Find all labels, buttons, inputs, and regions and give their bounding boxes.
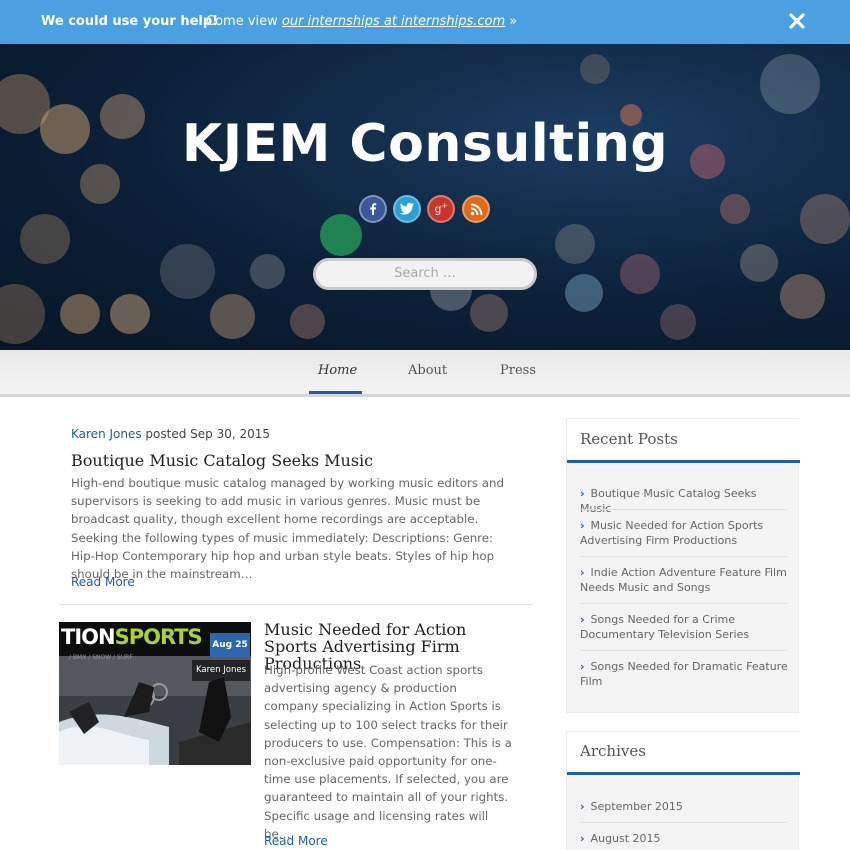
archive-item[interactable]: › September 2015 [580,799,790,814]
main-nav: Home About Press [0,350,850,397]
read-more-link[interactable]: Read More [71,575,135,589]
nav-home[interactable]: Home [318,363,357,378]
chevron-right-icon: › [580,800,585,813]
recent-posts-heading: Recent Posts [567,419,800,463]
chevron-right-icon: › [580,487,585,500]
chevron-right-icon: › [580,613,585,626]
post-date: posted Sep 30, 2015 [141,427,271,441]
recent-post-item[interactable]: › Songs Needed for Dramatic Feature Film [580,659,790,689]
chevron-right-icon: › [580,566,585,579]
notice-bar: We could use your help! Come view our in… [0,0,850,44]
hero-banner: KJEM Consulting g+ Search … [0,44,850,350]
archive-item[interactable]: › August 2015 [580,831,790,846]
post-divider [59,604,533,605]
chevron-right-icon: › [580,832,585,845]
nav-about[interactable]: About [408,363,447,378]
recent-post-item[interactable]: › Indie Action Adventure Feature Film Nee… [580,565,790,595]
nav-press[interactable]: Press [500,363,536,378]
search-input[interactable]: Search … [313,258,537,290]
post-author-link[interactable]: Karen Jones [71,427,142,441]
twitter-icon[interactable] [393,195,421,223]
google-plus-icon[interactable]: g+ [427,195,455,223]
close-icon[interactable] [786,9,808,33]
recent-post-item[interactable]: › Songs Needed for a Crime Documentary Te… [580,612,790,642]
notice-strong: We could use your help! [41,14,219,29]
post-excerpt-2: High-profile West Coast action sports ad… [264,663,512,841]
date-badge: Aug 25 [210,633,250,658]
author-badge: Karen Jones [192,660,250,681]
thumb-subtext: / BMX / SNOW / SURF [69,654,133,661]
internships-link[interactable]: our internships at internships.com [282,14,505,29]
nav-active-indicator [309,391,362,394]
notice-text: Come view our internships at internships… [206,14,518,29]
read-more-link-2[interactable]: Read More [264,834,328,848]
rss-icon[interactable] [462,195,490,223]
post-excerpt: High-end boutique music catalog managed … [71,476,504,582]
archives-heading: Archives [567,732,800,775]
recent-post-item[interactable]: › Music Needed for Action Sports Advertis… [580,518,790,548]
post-meta: Karen Jones posted Sep 30, 2015 [71,427,270,441]
archives-widget: Archives › September 2015 › August 2015 [566,731,800,850]
facebook-icon[interactable] [359,195,387,223]
chevron-right-icon: › [580,660,585,673]
recent-post-item[interactable]: › Boutique Music Catalog Seeks Music [580,486,790,516]
chevron-right-icon: › [580,519,585,532]
recent-posts-widget: Recent Posts › Boutique Music Catalog See… [566,418,800,713]
post-title[interactable]: Boutique Music Catalog Seeks Music [71,451,373,470]
site-title[interactable]: KJEM Consulting [0,114,850,174]
